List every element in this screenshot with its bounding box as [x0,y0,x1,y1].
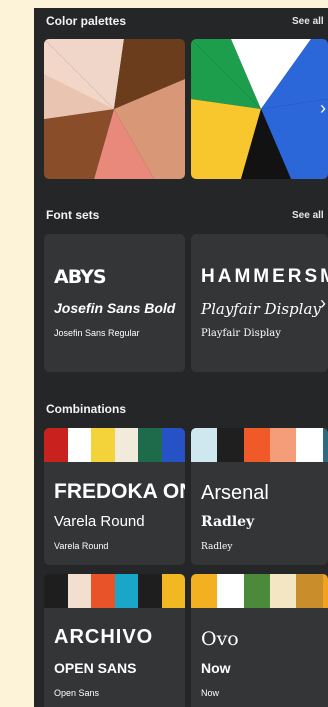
combination-heading-text: OPEN SANS [54,660,137,676]
font-heading-text: Josefin Sans Bold [54,300,176,316]
combination-body-text: Varela Round [54,541,109,551]
combination-card-archivo[interactable]: ARCHIVO OPEN SANS Open Sans [44,574,185,707]
combination-color-strip [191,574,328,608]
combination-body-text: Now [201,688,220,698]
palette-swatch-earth [44,39,185,179]
font-heading-text: Playfair Display [201,300,321,318]
combination-display-text: Ovo [201,628,239,650]
combination-display-text: ARCHIVO [54,626,154,648]
see-all-palettes-link[interactable]: See all [292,16,328,27]
design-panel: Color palettes See all › Font sets See a… [34,8,328,707]
combination-body-text: Radley [201,542,233,552]
palette-swatch-bright [191,39,328,179]
combination-card-arsenal[interactable]: Arsenal Radley Radley [191,428,328,565]
palette-card-earth[interactable] [44,39,185,179]
section-title-color-palettes: Color palettes [46,14,127,28]
combination-display-text: FREDOKA ONE [54,480,185,503]
combination-heading-text: Now [201,660,231,676]
section-title-combinations: Combinations [46,402,126,416]
combination-color-strip [44,428,185,462]
font-display-text: HAMMERSMITH [201,266,328,287]
combination-body-text: Open Sans [54,688,100,698]
section-title-font-sets: Font sets [46,208,100,222]
see-all-fonts-link[interactable]: See all [292,210,328,221]
font-body-text: Josefin Sans Regular [54,328,140,338]
combination-heading-text: Varela Round [54,513,145,530]
font-body-text: Playfair Display [201,328,281,339]
combination-color-strip [191,428,328,462]
chevron-right-icon[interactable]: › [320,99,326,117]
combination-display-text: Arsenal [201,482,269,504]
font-set-card-hammersmith[interactable]: HAMMERSMITH Playfair Display Playfair Di… [191,234,328,372]
combination-card-fredoka[interactable]: FREDOKA ONE Varela Round Varela Round [44,428,185,565]
font-display-text: ABYS [54,266,107,288]
font-set-card-abys[interactable]: ABYS Josefin Sans Bold Josefin Sans Regu… [44,234,185,372]
combination-color-strip [44,574,185,608]
combination-heading-text: Radley [201,514,255,530]
palette-card-bright[interactable]: › [191,39,328,179]
chevron-right-icon[interactable]: › [320,294,326,312]
combination-card-ovo[interactable]: Ovo Now Now [191,574,328,707]
